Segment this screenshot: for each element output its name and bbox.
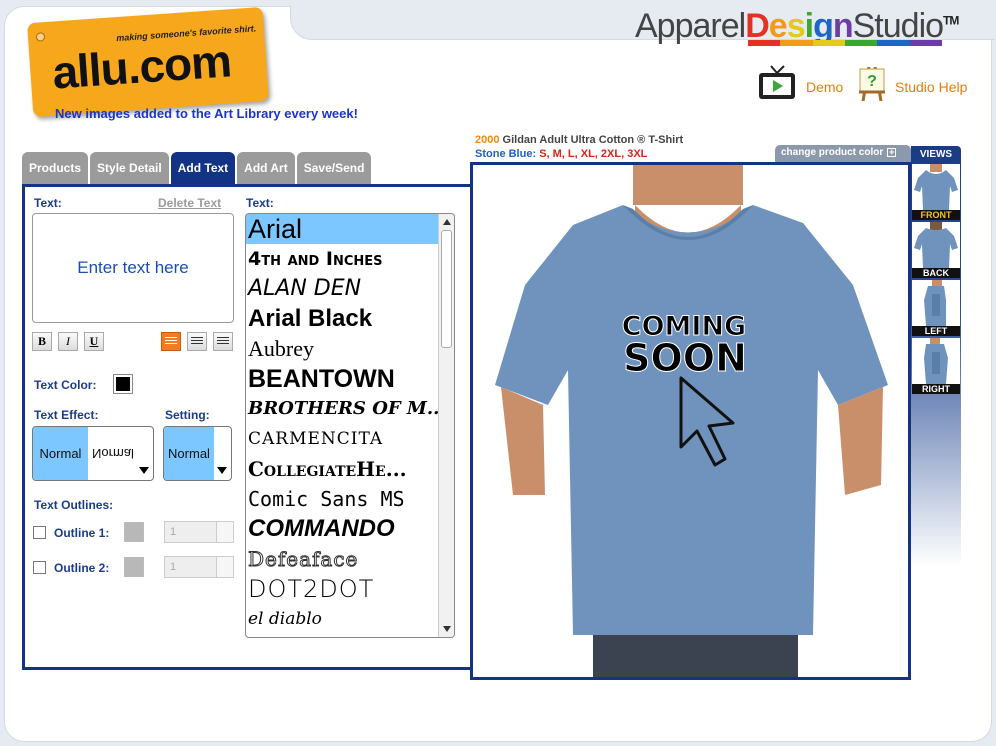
font-item-arial-black[interactable]: Arial Black bbox=[246, 304, 439, 334]
art-library-announcement: New images added to the Art Library ever… bbox=[55, 106, 358, 121]
view-left-label: LEFT bbox=[912, 326, 960, 336]
text-label: Text: bbox=[34, 196, 62, 210]
view-front-label: FRONT bbox=[912, 210, 960, 220]
design-stage[interactable]: COMING SOON bbox=[470, 162, 911, 680]
view-back-label: BACK bbox=[912, 268, 960, 278]
view-right-thumb[interactable]: RIGHT bbox=[912, 338, 960, 394]
outline2-label: Outline 2: bbox=[54, 561, 110, 575]
bold-button[interactable]: B bbox=[32, 332, 52, 351]
font-item-4th-and-inches[interactable]: 4th and Inches bbox=[246, 244, 439, 274]
studio-help-link[interactable]: Studio Help bbox=[895, 79, 967, 95]
align-center-button[interactable] bbox=[187, 332, 207, 351]
left-shirt-icon bbox=[924, 280, 946, 326]
text-outlines-label: Text Outlines: bbox=[34, 498, 114, 512]
text-effect-select[interactable]: Normal Normal bbox=[32, 426, 154, 481]
effect-mirrored-option: Normal bbox=[92, 446, 134, 461]
outline2-width-stepper[interactable]: 1 bbox=[164, 556, 234, 578]
scroll-up-icon[interactable] bbox=[443, 219, 451, 225]
scroll-down-icon[interactable] bbox=[443, 626, 451, 632]
product-color-sizes: Stone Blue: S, M, L, XL, 2XL, 3XL bbox=[475, 148, 648, 160]
font-item-el-diablo[interactable]: el diablo bbox=[246, 604, 439, 634]
text-color-fill bbox=[116, 377, 130, 391]
editor-tabs: Products Style Detail Add Text Add Art S… bbox=[22, 152, 372, 184]
view-back-thumb[interactable]: BACK bbox=[912, 222, 960, 278]
outline1-label: Outline 1: bbox=[54, 526, 110, 540]
setting-select[interactable]: Normal bbox=[163, 426, 232, 481]
font-item-carmencita[interactable]: CARMENCITA bbox=[246, 424, 439, 454]
font-item-arial[interactable]: Arial bbox=[246, 214, 439, 244]
brand-color-bar bbox=[748, 40, 942, 46]
font-item-alan-den[interactable]: Alan Den bbox=[246, 274, 439, 304]
demo-link[interactable]: Demo bbox=[806, 79, 843, 95]
brand-pre: Apparel bbox=[635, 7, 746, 45]
outline2-color-swatch[interactable] bbox=[124, 557, 144, 577]
outline1-width-stepper[interactable]: 1 bbox=[164, 521, 234, 543]
font-item-beantown[interactable]: BEANTOWN bbox=[246, 364, 439, 394]
logo-wordmark: allu.com bbox=[50, 34, 233, 99]
easel-help-icon[interactable]: ? bbox=[855, 61, 889, 103]
product-title: 2000 Gildan Adult Ultra Cotton ® T-Shirt bbox=[475, 134, 684, 146]
allu-logo[interactable]: making someone's favorite shirt. allu.co… bbox=[27, 6, 269, 118]
font-item-aubrey[interactable]: Aubrey bbox=[246, 334, 439, 364]
font-list-label: Text: bbox=[246, 196, 274, 210]
front-shirt-icon bbox=[914, 164, 958, 210]
text-effect-label: Text Effect: bbox=[34, 408, 99, 422]
font-list-scrollbar[interactable] bbox=[438, 214, 454, 637]
plus-icon: + bbox=[887, 147, 897, 157]
tshirt-preview: COMING SOON bbox=[495, 165, 888, 677]
align-right-button[interactable] bbox=[213, 332, 233, 351]
font-list[interactable]: Arial 4th and Inches Alan Den Arial Blac… bbox=[245, 213, 455, 638]
tab-products[interactable]: Products bbox=[22, 152, 89, 184]
outline2-checkbox[interactable] bbox=[33, 561, 46, 574]
chevron-down-icon bbox=[139, 467, 149, 474]
underline-button[interactable]: U bbox=[84, 332, 104, 351]
delete-text-link[interactable]: Delete Text bbox=[158, 196, 221, 210]
text-input[interactable]: Enter text here bbox=[32, 213, 234, 323]
text-color-label: Text Color: bbox=[34, 378, 97, 392]
tag-hole bbox=[35, 32, 46, 42]
align-right-icon bbox=[217, 337, 229, 346]
tab-add-text[interactable]: Add Text bbox=[170, 152, 236, 184]
effect-normal-option: Normal bbox=[33, 427, 88, 480]
scroll-thumb[interactable] bbox=[441, 230, 452, 348]
right-shirt-icon bbox=[924, 338, 948, 384]
align-left-button[interactable] bbox=[161, 332, 181, 351]
views-title: VIEWS bbox=[919, 149, 953, 160]
italic-button[interactable]: I bbox=[58, 332, 78, 351]
font-item-collegiate[interactable]: CollegiateHe... bbox=[246, 454, 439, 484]
tab-add-art[interactable]: Add Art bbox=[237, 152, 295, 184]
back-shirt-icon bbox=[914, 222, 958, 268]
font-item-defeaface[interactable]: Defeaface bbox=[246, 544, 439, 574]
design-text-soon[interactable]: SOON bbox=[623, 336, 748, 381]
view-front-thumb[interactable]: FRONT bbox=[912, 164, 960, 220]
setting-normal-option: Normal bbox=[164, 427, 214, 480]
font-item-comic-sans[interactable]: Comic Sans MS bbox=[246, 484, 439, 514]
outline1-color-swatch[interactable] bbox=[124, 522, 144, 542]
view-left-thumb[interactable]: LEFT bbox=[912, 280, 960, 336]
align-left-icon bbox=[165, 337, 177, 346]
font-item-commando[interactable]: COMMANDO bbox=[246, 514, 439, 544]
change-product-color-button[interactable]: change product color + bbox=[775, 145, 911, 162]
font-item-dot2dot[interactable]: DOT2DOT bbox=[246, 574, 439, 604]
outline1-checkbox[interactable] bbox=[33, 526, 46, 539]
svg-text:?: ? bbox=[867, 73, 877, 90]
text-color-swatch[interactable] bbox=[113, 374, 133, 394]
trademark: TM bbox=[943, 13, 959, 28]
tab-style-detail[interactable]: Style Detail bbox=[90, 152, 169, 184]
setting-label: Setting: bbox=[165, 408, 210, 422]
tab-save-send[interactable]: Save/Send bbox=[296, 152, 372, 184]
chevron-down-icon bbox=[217, 467, 227, 474]
tv-icon[interactable] bbox=[757, 64, 797, 102]
view-right-label: RIGHT bbox=[912, 384, 960, 394]
align-center-icon bbox=[191, 337, 203, 346]
font-item-brothers-of-m[interactable]: BROTHERS OF M... bbox=[246, 394, 439, 424]
